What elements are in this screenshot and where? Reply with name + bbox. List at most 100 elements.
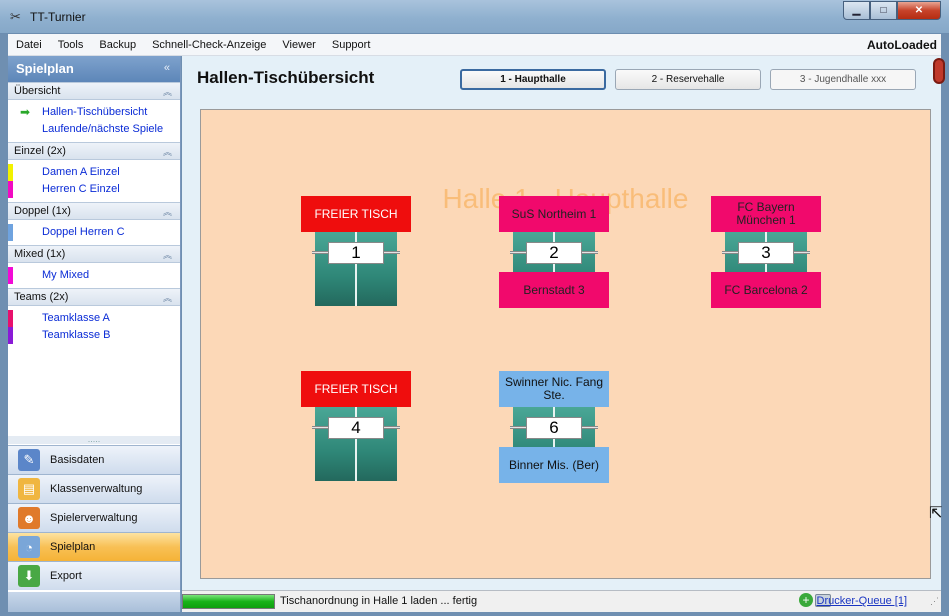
table-4[interactable]: FREIER TISCH 4 — [301, 371, 411, 481]
group-header-einzel[interactable]: Einzel (2x) ︽ — [8, 142, 180, 160]
users-icon: ☻ — [18, 507, 40, 529]
nav-label: Spielerverwaltung — [50, 512, 138, 524]
chevron-up-icon: ︽ — [162, 207, 172, 217]
hall-tabs: 1 - Haupthalle 2 - Reservehalle 3 - Juge… — [460, 69, 916, 90]
table-bottom-label: FC Barcelona 2 — [711, 272, 821, 308]
sidebar-item-damen-a-einzel[interactable]: Damen A Einzel — [8, 164, 180, 181]
chevron-up-icon: ︽ — [162, 87, 172, 97]
maximize-button[interactable]: □ — [870, 1, 897, 20]
window-titlebar: ✂ TT-Turnier ▁ □ ✕ — [0, 0, 949, 34]
selected-arrow-icon: ➡ — [20, 105, 31, 119]
table-2[interactable]: SuS Northeim 1 2 Bernstadt 3 — [499, 196, 609, 308]
group-header-uebersicht[interactable]: Übersicht ︽ — [8, 82, 180, 100]
nav-label: Spielplan — [50, 541, 96, 553]
nav-buttons: ✎ Basisdaten ▤ Klassenverwaltung ☻ Spiel… — [8, 445, 180, 590]
class-color-marker — [8, 224, 13, 241]
sidebar-item-doppel-herren-c[interactable]: Doppel Herren C — [8, 224, 180, 241]
tab-hall-2[interactable]: 2 - Reservehalle — [615, 69, 761, 90]
nav-basisdaten[interactable]: ✎ Basisdaten — [8, 445, 180, 474]
edge-decoration — [933, 58, 945, 84]
group-body-einzel: Damen A Einzel Herren C Einzel — [8, 160, 180, 202]
collapse-sidebar-icon[interactable]: « — [164, 62, 170, 74]
table-top-label: FC Bayern München 1 — [711, 196, 821, 232]
tt-app-icon: ✂ — [10, 9, 21, 24]
sidebar-item-label: Teamklasse B — [42, 329, 111, 341]
tab-hall-3[interactable]: 3 - Jugendhalle xxx — [770, 69, 916, 90]
table-3[interactable]: FC Bayern München 1 3 FC Barcelona 2 — [711, 196, 821, 308]
resize-grip-icon[interactable]: ⋰ — [930, 596, 939, 607]
group-header-mixed[interactable]: Mixed (1x) ︽ — [8, 245, 180, 263]
folder-icon: ▤ — [18, 478, 40, 500]
table-1[interactable]: FREIER TISCH 1 — [301, 196, 411, 306]
table-bottom-label: Binner Mis. (Ber) — [499, 447, 609, 483]
group-title: Einzel (2x) — [14, 145, 66, 157]
group-body-doppel: Doppel Herren C — [8, 220, 180, 245]
clipboard-icon: ✎ — [18, 449, 40, 471]
sidebar-item-my-mixed[interactable]: My Mixed — [8, 267, 180, 284]
group-title: Teams (2x) — [14, 291, 69, 303]
export-arrow-icon: ⬇ — [18, 565, 40, 587]
table-top-label: FREIER TISCH — [301, 371, 411, 407]
group-body-teams: Teamklasse A Teamklasse B — [8, 306, 180, 348]
group-body-uebersicht: ➡ Hallen-Tischübersicht Laufende/nächste… — [8, 100, 180, 142]
sidebar-item-label: My Mixed — [42, 269, 90, 281]
nav-klassenverwaltung[interactable]: ▤ Klassenverwaltung — [8, 474, 180, 503]
table-top-label: Swinner Nic. Fang Ste. — [499, 371, 609, 407]
table-6[interactable]: Swinner Nic. Fang Ste. 6 Binner Mis. (Be… — [499, 371, 609, 483]
group-header-doppel[interactable]: Doppel (1x) ︽ — [8, 202, 180, 220]
table-number: 3 — [738, 242, 794, 264]
mouse-cursor-icon: ⇱ — [929, 505, 943, 522]
close-button[interactable]: ✕ — [897, 1, 941, 20]
menu-backup[interactable]: Backup — [91, 34, 144, 56]
sidebar-item-teamklasse-b[interactable]: Teamklasse B — [8, 327, 180, 344]
menu-viewer[interactable]: Viewer — [274, 34, 323, 56]
group-body-mixed: My Mixed — [8, 263, 180, 288]
minimize-button[interactable]: ▁ — [843, 1, 870, 20]
menu-schnell-check[interactable]: Schnell-Check-Anzeige — [144, 34, 274, 56]
menu-support[interactable]: Support — [324, 34, 379, 56]
nav-label: Klassenverwaltung — [50, 483, 143, 495]
table-number: 1 — [328, 242, 384, 264]
nav-spielplan[interactable]: ◔ Spielplan — [8, 532, 180, 561]
sidebar-header: Spielplan « — [8, 56, 180, 82]
add-circle-icon[interactable]: + — [799, 593, 813, 607]
table-top-label: SuS Northeim 1 — [499, 196, 609, 232]
group-header-teams[interactable]: Teams (2x) ︽ — [8, 288, 180, 306]
progress-bar — [182, 594, 275, 609]
table-number: 6 — [526, 417, 582, 439]
status-text: Tischanordnung in Halle 1 laden ... fert… — [280, 595, 478, 607]
table-number: 4 — [328, 417, 384, 439]
table-top-label: FREIER TISCH — [301, 196, 411, 232]
chevron-up-icon: ︽ — [162, 147, 172, 157]
page-title: Hallen-Tischübersicht — [197, 68, 375, 87]
sidebar-item-label: Herren C Einzel — [42, 183, 120, 195]
status-bar: Tischanordnung in Halle 1 laden ... fert… — [182, 590, 941, 612]
sidebar: Spielplan « Übersicht ︽ ➡ Hallen-Tischübe… — [8, 56, 181, 612]
class-color-marker — [8, 267, 13, 284]
group-title: Mixed (1x) — [14, 248, 66, 260]
group-title: Übersicht — [14, 85, 61, 97]
nav-label: Export — [50, 570, 82, 582]
autoloaded-status: AutoLoaded — [867, 37, 937, 52]
nav-export[interactable]: ⬇ Export — [8, 561, 180, 590]
hall-canvas: Halle 1 - Haupthalle FREIER TISCH 1 SuS … — [200, 109, 931, 579]
chevron-up-icon: ︽ — [162, 293, 172, 303]
window-title: TT-Turnier — [30, 10, 86, 24]
sidebar-item-herren-c-einzel[interactable]: Herren C Einzel — [8, 181, 180, 198]
chevron-up-icon: ︽ — [162, 250, 172, 260]
sidebar-item-laufende-spiele[interactable]: Laufende/nächste Spiele — [8, 121, 180, 138]
menu-tools[interactable]: Tools — [50, 34, 92, 56]
tab-hall-1[interactable]: 1 - Haupthalle — [460, 69, 606, 90]
printer-queue-link[interactable]: Drucker-Queue [1] — [817, 595, 907, 607]
sidebar-item-hallen-tischuebersicht[interactable]: ➡ Hallen-Tischübersicht — [8, 104, 180, 121]
menu-datei[interactable]: Datei — [8, 34, 50, 56]
menu-bar: Datei Tools Backup Schnell-Check-Anzeige… — [8, 34, 941, 56]
sidebar-splitter[interactable]: ..... — [8, 435, 180, 444]
class-color-marker — [8, 181, 13, 198]
window-controls: ▁ □ ✕ — [843, 1, 941, 21]
class-color-marker — [8, 327, 13, 344]
sidebar-item-label: Laufende/nächste Spiele — [42, 123, 164, 135]
sidebar-item-teamklasse-a[interactable]: Teamklasse A — [8, 310, 180, 327]
class-color-marker — [8, 310, 13, 327]
nav-spielerverwaltung[interactable]: ☻ Spielerverwaltung — [8, 503, 180, 532]
